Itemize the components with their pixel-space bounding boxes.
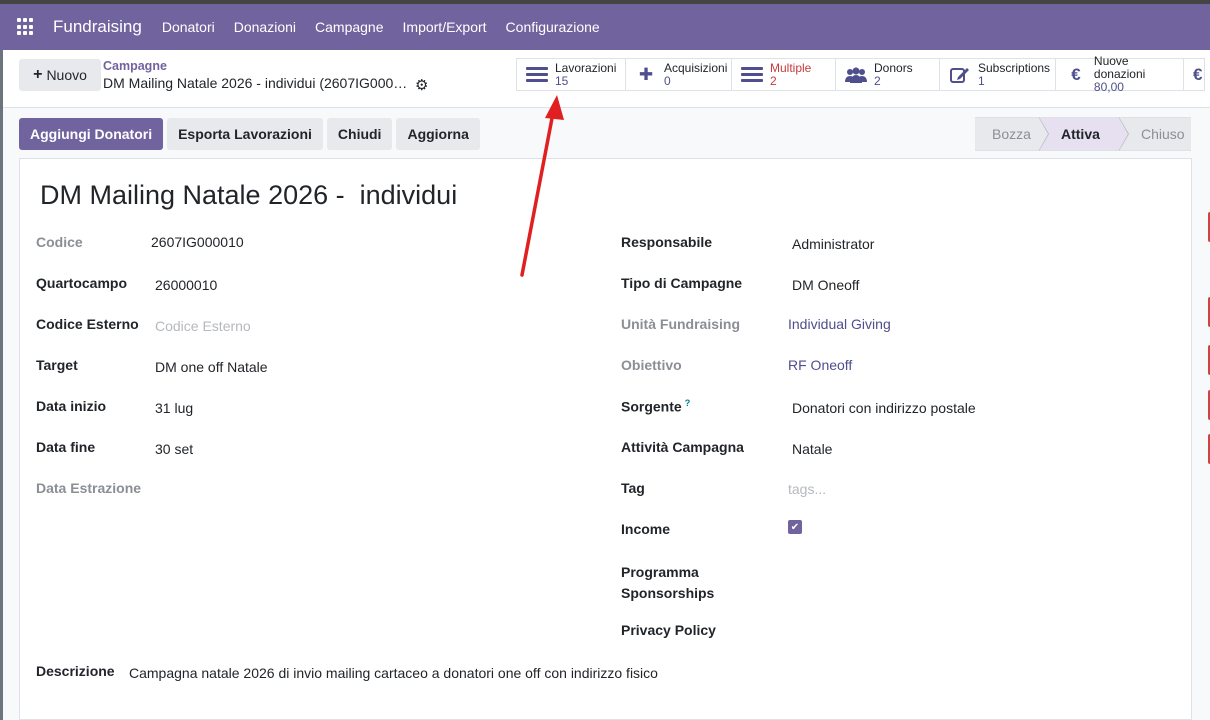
- stat-label: Lavorazioni: [555, 60, 617, 75]
- field-target[interactable]: DM one off Natale: [155, 359, 268, 375]
- users-icon: [845, 67, 867, 83]
- window-edge: [0, 50, 3, 720]
- stage-attiva[interactable]: Attiva: [1039, 117, 1129, 151]
- stat-value: 15: [555, 73, 569, 88]
- field-label-quartocampo: Quartocampo: [36, 275, 128, 291]
- field-sorgente[interactable]: Donatori con indirizzo postale: [792, 400, 976, 416]
- field-label-sorgente: Sorgente?: [621, 398, 691, 415]
- stat-value: 0: [664, 73, 671, 88]
- field-label-codice-esterno: Codice Esterno: [36, 316, 139, 332]
- stage-label: Chiuso: [1141, 126, 1185, 142]
- edit-icon: [949, 67, 971, 83]
- stat-button-subscriptions[interactable]: Subscriptions 1: [940, 59, 1056, 90]
- field-label-unita-fundraising: Unità Fundraising: [621, 316, 740, 332]
- app-brand[interactable]: Fundraising: [53, 17, 142, 37]
- field-tags[interactable]: tags...: [788, 481, 826, 497]
- aggiungi-donatori-button[interactable]: Aggiungi Donatori: [19, 118, 164, 150]
- bars-icon: [526, 67, 548, 83]
- plus-icon: ✚: [638, 64, 654, 84]
- euro-icon: €: [1071, 64, 1081, 84]
- field-label-tag: Tag: [621, 480, 645, 496]
- field-label-obiettivo: Obiettivo: [621, 357, 682, 373]
- check-icon: ✔: [790, 521, 800, 533]
- field-label-tipo-campagne: Tipo di Campagne: [621, 275, 743, 291]
- stage-bozza[interactable]: Bozza: [975, 117, 1049, 151]
- stat-button-more[interactable]: €: [1184, 59, 1204, 90]
- control-panel: + Nuovo Campagne DM Mailing Natale 2026 …: [3, 50, 1210, 108]
- stat-button-multiple[interactable]: Multiple 2: [732, 59, 836, 90]
- new-button-label: Nuovo: [46, 67, 87, 83]
- stat-label: Multiple: [770, 60, 812, 75]
- income-checkbox[interactable]: ✔: [788, 520, 802, 534]
- field-label-data-estrazione: Data Estrazione: [36, 480, 142, 496]
- aggiorna-button[interactable]: Aggiorna: [396, 118, 480, 150]
- field-unita-fundraising[interactable]: Individual Giving: [788, 316, 891, 332]
- menu-campagne[interactable]: Campagne: [315, 19, 384, 35]
- field-tipo-campagne[interactable]: DM Oneoff: [792, 277, 859, 293]
- stage-label: Bozza: [992, 126, 1031, 142]
- stat-button-lavorazioni[interactable]: Lavorazioni 15: [517, 59, 626, 90]
- field-responsabile[interactable]: Administrator: [792, 236, 874, 252]
- stat-button-acquisizioni[interactable]: ✚ Acquisizioni 0: [626, 59, 732, 90]
- field-label-codice: Codice: [36, 234, 83, 250]
- stat-button-nuove-donazioni[interactable]: € Nuove donazioni 80,00: [1056, 55, 1184, 94]
- euro-icon: €: [1193, 64, 1203, 84]
- menu-donazioni[interactable]: Donazioni: [234, 19, 296, 35]
- field-label-income: Income: [621, 521, 671, 537]
- help-tooltip-icon[interactable]: ?: [685, 398, 691, 408]
- field-label-attivita-campagna: Attività Campagna: [621, 439, 744, 455]
- field-obiettivo[interactable]: RF Oneoff: [788, 357, 852, 373]
- stat-button-donors[interactable]: Donors 2: [836, 59, 940, 90]
- new-button[interactable]: + Nuovo: [19, 59, 101, 91]
- field-label-data-fine: Data fine: [36, 439, 96, 455]
- field-label-data-inizio: Data inizio: [36, 398, 107, 414]
- stage-label: Attiva: [1061, 126, 1100, 142]
- campaign-title[interactable]: DM Mailing Natale 2026 - individui: [40, 180, 457, 211]
- form-sheet: DM Mailing Natale 2026 - individui Codic…: [19, 158, 1192, 720]
- smart-buttons: Lavorazioni 15 ✚ Acquisizioni 0 Multiple 2 …: [516, 55, 1205, 94]
- action-buttons: Aggiungi Donatori Esporta Lavorazioni Ch…: [19, 118, 480, 150]
- menu-import-export[interactable]: Import/Export: [403, 19, 487, 35]
- field-label-responsabile: Responsabile: [621, 234, 713, 250]
- field-label-programma-sponsorships: Programma Sponsorships: [621, 564, 715, 601]
- gear-icon[interactable]: ⚙: [415, 76, 428, 94]
- stat-label: Subscriptions: [978, 60, 1051, 75]
- stage-chiuso[interactable]: Chiuso: [1119, 117, 1191, 151]
- field-data-inizio[interactable]: 31 lug: [155, 400, 193, 416]
- stat-label: Donors: [874, 60, 913, 75]
- field-label-target: Target: [36, 357, 78, 373]
- field-attivita-campagna[interactable]: Natale: [792, 441, 832, 457]
- field-quartocampo[interactable]: 26000010: [155, 277, 217, 293]
- field-descrizione[interactable]: Campagna natale 2026 di invio mailing ca…: [129, 665, 658, 681]
- breadcrumb[interactable]: Campagne: [103, 59, 167, 73]
- stat-value: 2: [770, 73, 777, 88]
- record-title: DM Mailing Natale 2026 - individui (2607…: [103, 75, 413, 91]
- stat-label: Nuove donazioni: [1093, 54, 1146, 81]
- apps-grid-icon[interactable]: [17, 18, 35, 36]
- stat-value: 1: [978, 73, 985, 88]
- field-codice-esterno[interactable]: Codice Esterno: [155, 318, 251, 334]
- status-bar: Bozza Attiva Chiuso: [975, 117, 1191, 151]
- plus-icon: +: [33, 66, 43, 83]
- chiudi-button[interactable]: Chiudi: [326, 118, 393, 150]
- menu-configurazione[interactable]: Configurazione: [506, 19, 600, 35]
- esporta-lavorazioni-button[interactable]: Esporta Lavorazioni: [167, 118, 323, 150]
- stat-value: 80,00: [1093, 80, 1124, 94]
- stat-value: 2: [874, 73, 881, 88]
- menu-donatori[interactable]: Donatori: [162, 19, 215, 35]
- stat-label: Acquisizioni: [664, 60, 728, 75]
- bars-icon: [741, 67, 763, 83]
- field-label-descrizione: Descrizione: [36, 663, 115, 679]
- field-data-fine[interactable]: 30 set: [155, 441, 193, 457]
- top-navbar: Fundraising Donatori Donazioni Campagne …: [0, 0, 1210, 50]
- field-label-privacy-policy: Privacy Policy: [621, 622, 716, 638]
- field-codice: 2607IG000010: [151, 234, 244, 250]
